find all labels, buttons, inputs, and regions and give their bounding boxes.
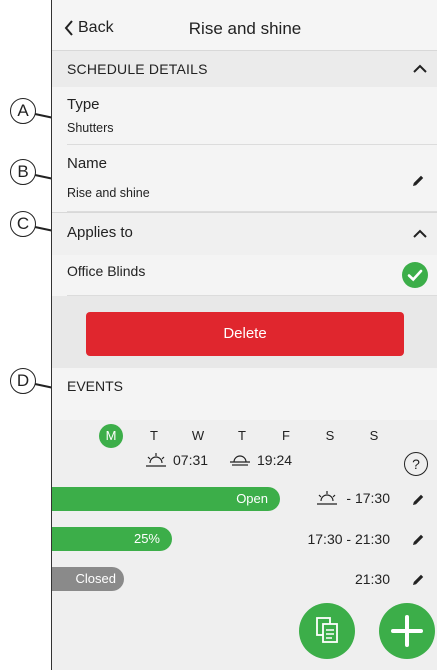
app-screen: Back Rise and shine SCHEDULE DETAILS Typ… (51, 0, 437, 670)
edit-pencil-icon[interactable] (410, 572, 426, 588)
event-bar-open[interactable]: Open (52, 487, 280, 511)
name-row[interactable]: Name Rise and shine (52, 145, 437, 212)
applies-to-header[interactable]: Applies to (52, 212, 437, 256)
sunrise-icon (317, 491, 338, 505)
sunrise-icon (146, 453, 166, 467)
event-bar-label: Open (236, 491, 268, 506)
applies-to-label: Applies to (67, 224, 133, 241)
name-value: Rise and shine (67, 186, 150, 200)
day-monday[interactable]: M (99, 424, 123, 448)
edit-pencil-icon[interactable] (410, 492, 426, 508)
day-friday[interactable]: F (274, 424, 298, 448)
applies-to-item[interactable]: Office Blinds (52, 255, 437, 296)
type-label: Type (67, 96, 100, 113)
callout-d: D (10, 368, 36, 394)
event-time-closed: 21:30 (354, 571, 390, 587)
day-tuesday[interactable]: T (142, 424, 166, 448)
sunrise-info: 07:31 (145, 452, 208, 468)
sunset-info: 19:24 (229, 452, 292, 468)
sunset-icon (230, 455, 250, 466)
chevron-up-icon[interactable] (412, 64, 428, 74)
delete-area: Delete (52, 296, 437, 368)
type-row: Type Shutters (52, 87, 437, 145)
event-time-25: 17:30 - 21:30 (307, 531, 390, 547)
help-icon: ? (412, 456, 420, 472)
delete-button[interactable]: Delete (86, 312, 404, 356)
events-label: EVENTS (67, 378, 124, 394)
event-bar-25[interactable]: 25% (52, 527, 172, 551)
callout-a: A (10, 98, 36, 124)
add-event-button[interactable] (379, 603, 435, 659)
events-header: EVENTS (52, 368, 437, 420)
plus-icon (391, 615, 423, 647)
name-label: Name (67, 155, 108, 172)
chevron-up-icon[interactable] (412, 229, 428, 239)
edit-pencil-icon[interactable] (410, 173, 426, 189)
day-sunday[interactable]: S (362, 424, 386, 448)
help-button[interactable]: ? (404, 452, 428, 476)
type-value: Shutters (67, 121, 114, 135)
schedule-details-header[interactable]: SCHEDULE DETAILS (52, 50, 437, 88)
day-thursday[interactable]: T (230, 424, 254, 448)
event-time-text: - 17:30 (346, 490, 390, 506)
day-saturday[interactable]: S (318, 424, 342, 448)
day-wednesday[interactable]: W (186, 424, 210, 448)
copy-button[interactable] (299, 603, 355, 659)
callout-b: B (10, 159, 36, 185)
event-bar-label: Closed (75, 571, 116, 586)
applies-to-item-label: Office Blinds (67, 263, 146, 279)
sunrise-time: 07:31 (173, 452, 209, 468)
callout-c: C (10, 211, 36, 237)
event-time-open: - 17:30 (316, 490, 390, 506)
edit-pencil-icon[interactable] (410, 532, 426, 548)
copy-icon (316, 617, 338, 643)
sunset-time: 19:24 (257, 452, 293, 468)
check-circle-icon (402, 262, 428, 288)
event-bar-closed[interactable]: Closed (52, 567, 124, 591)
page-title: Rise and shine (188, 19, 302, 38)
event-bar-label: 25% (133, 531, 160, 546)
schedule-details-label: SCHEDULE DETAILS (67, 61, 208, 77)
